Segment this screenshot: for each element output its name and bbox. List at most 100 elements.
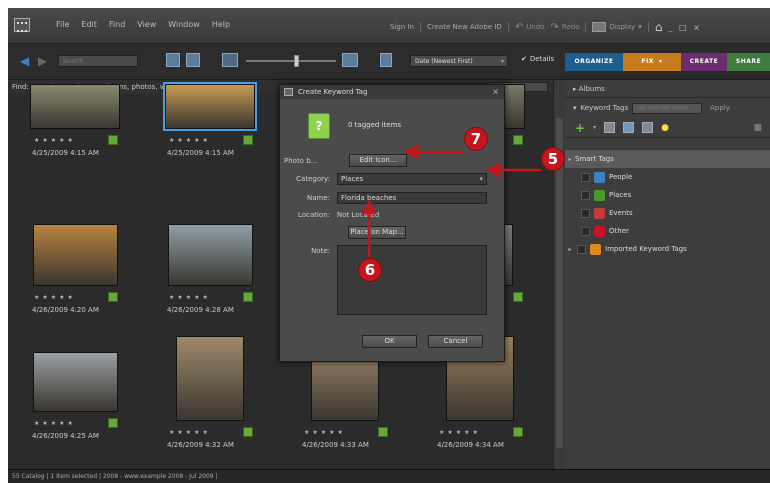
thumbnail-cell[interactable]: ★★★★★ 4/26/2009 4:32 AM — [163, 336, 289, 472]
redo-button[interactable]: ↷ Redo — [551, 22, 580, 33]
view-icon[interactable] — [642, 122, 654, 133]
edit-icon-button[interactable]: Edit Icon... — [349, 154, 407, 167]
plus-icon[interactable]: + — [575, 121, 585, 135]
tree-item[interactable]: ▸ Smart Tags — [565, 150, 770, 168]
rotate-right-icon[interactable] — [186, 53, 200, 67]
close-icon[interactable]: × — [492, 85, 499, 99]
tree-item[interactable]: Events — [565, 204, 770, 222]
menu-file[interactable]: File — [56, 20, 69, 29]
forward-arrow-icon[interactable]: ▶ — [38, 54, 47, 68]
details-label: Details — [529, 55, 555, 63]
import-icon[interactable] — [623, 122, 635, 133]
undo-label: Undo — [526, 23, 545, 31]
tag-checkbox[interactable] — [577, 244, 586, 254]
rotate-left-icon[interactable] — [166, 53, 180, 67]
trash-icon[interactable]: ■ — [753, 123, 762, 133]
collapse-icon[interactable]: ▾ — [573, 104, 577, 112]
menu-view[interactable]: View — [137, 20, 156, 29]
display-label: Display — [609, 23, 636, 31]
tagged-count: 0 tagged items — [348, 121, 402, 129]
edit-tag-icon[interactable] — [604, 122, 616, 133]
expand-icon[interactable]: ▸ — [565, 246, 575, 253]
star-rating[interactable]: ★★★★★ — [304, 429, 346, 436]
sign-in-link[interactable]: Sign In — [390, 23, 414, 31]
tag-checkbox[interactable] — [581, 208, 590, 218]
create-id-link[interactable]: Create New Adobe ID — [427, 23, 502, 31]
display-button[interactable]: Display ▾ — [592, 22, 642, 32]
albums-header[interactable]: ▸ Albums — [565, 80, 770, 98]
sort-select[interactable]: Date (Newest First) — [410, 55, 508, 67]
redo-label: Redo — [561, 23, 580, 31]
tree-item-label: Smart Tags — [575, 155, 614, 163]
thumbnail-size-slider[interactable] — [246, 60, 336, 62]
ok-button[interactable]: OK — [362, 335, 417, 348]
thumb-label: Photo b... — [284, 157, 318, 165]
thumbnail-cell[interactable]: ★★★★★ 4/26/2009 4:20 AM — [28, 214, 154, 344]
grid-scrollbar[interactable] — [553, 80, 565, 469]
star-rating[interactable]: ★★★★★ — [169, 294, 211, 301]
tree-item-label: Other — [609, 227, 629, 235]
photo-thumbnail[interactable] — [32, 352, 118, 412]
menu-edit[interactable]: Edit — [81, 20, 97, 29]
search-input[interactable] — [58, 55, 138, 67]
redo-icon: ↷ — [550, 21, 559, 33]
menu-help[interactable]: Help — [212, 20, 230, 29]
tab-create[interactable]: CREATE — [681, 52, 727, 71]
tag-search-input[interactable] — [632, 102, 703, 114]
separator — [585, 22, 587, 32]
star-rating[interactable]: ★★★★★ — [169, 137, 211, 144]
apply-button[interactable]: Apply — [710, 104, 730, 112]
back-arrow-icon[interactable]: ◀ — [20, 54, 29, 68]
thumbnail-cell[interactable]: ★★★★★ 4/25/2009 4:15 AM — [163, 82, 289, 224]
undo-icon: ↶ — [514, 21, 524, 33]
place-on-map-button[interactable]: Place on Map... — [348, 226, 406, 239]
category-select[interactable]: Places — [337, 173, 487, 185]
slider-knob[interactable] — [294, 55, 299, 67]
star-rating[interactable]: ★★★★★ — [169, 429, 211, 436]
star-rating[interactable]: ★★★★★ — [34, 137, 76, 144]
thumbnail-date: 4/26/2009 4:32 AM — [167, 441, 234, 449]
star-rating[interactable]: ★★★★★ — [34, 294, 76, 301]
tab-organize[interactable]: ORGANIZE — [565, 52, 623, 71]
keyword-tag-icon — [108, 418, 118, 428]
thumbnail-cell[interactable]: ★★★★★ 4/26/2009 4:28 AM — [163, 214, 289, 344]
home-icon[interactable]: ⌂ — [655, 20, 663, 34]
star-rating[interactable]: ★★★★★ — [439, 429, 481, 436]
albums-label: Albums — [578, 85, 605, 93]
tree-item[interactable]: Places — [565, 186, 770, 204]
photo-thumbnail[interactable] — [32, 224, 118, 286]
tree-item[interactable]: People — [565, 168, 770, 186]
thumbnail-cell[interactable]: ★★★★★ 4/26/2009 4:25 AM — [28, 342, 154, 472]
separator — [647, 22, 649, 32]
note-textarea[interactable] — [337, 245, 487, 315]
tree-item[interactable]: ▸ Imported Keyword Tags — [565, 240, 770, 258]
menu-find[interactable]: Find — [109, 20, 125, 29]
menu-window[interactable]: Window — [168, 20, 200, 29]
thumbnail-date: 4/26/2009 4:28 AM — [167, 306, 234, 314]
cancel-button[interactable]: Cancel — [428, 335, 483, 348]
thumbnail-cell[interactable]: ★★★★★ 4/25/2009 4:15 AM — [28, 84, 154, 224]
photo-thumbnail[interactable] — [167, 224, 253, 286]
tag-checkbox[interactable] — [581, 172, 590, 182]
tab-share[interactable]: SHARE — [727, 52, 770, 71]
name-input[interactable] — [337, 192, 487, 204]
media-type-icon[interactable] — [380, 53, 392, 67]
grid-view-icon[interactable] — [222, 53, 238, 67]
window-controls[interactable]: _ □ × — [668, 23, 701, 32]
create-keyword-tag-dialog: Create Keyword Tag × ? 0 tagged items Ph… — [279, 84, 505, 362]
photo-thumbnail[interactable] — [30, 84, 120, 129]
details-toggle[interactable]: ✔ Details — [521, 55, 554, 63]
lightbulb-icon[interactable]: ● — [661, 123, 669, 133]
undo-button[interactable]: ↶ Undo — [515, 22, 545, 33]
star-rating[interactable]: ★★★★★ — [34, 420, 76, 427]
photo-thumbnail[interactable] — [163, 82, 257, 131]
single-view-icon[interactable] — [342, 53, 358, 67]
tag-checkbox[interactable] — [581, 190, 590, 200]
tag-checkbox[interactable] — [581, 226, 590, 236]
expand-icon[interactable]: ▸ — [565, 156, 575, 163]
chevron-down-icon[interactable]: ▾ — [593, 124, 596, 131]
thumbnail-date: 4/26/2009 4:25 AM — [32, 432, 99, 440]
photo-thumbnail[interactable] — [176, 336, 244, 421]
tab-fix[interactable]: FIX ▾ — [623, 52, 681, 71]
tree-item[interactable]: Other — [565, 222, 770, 240]
